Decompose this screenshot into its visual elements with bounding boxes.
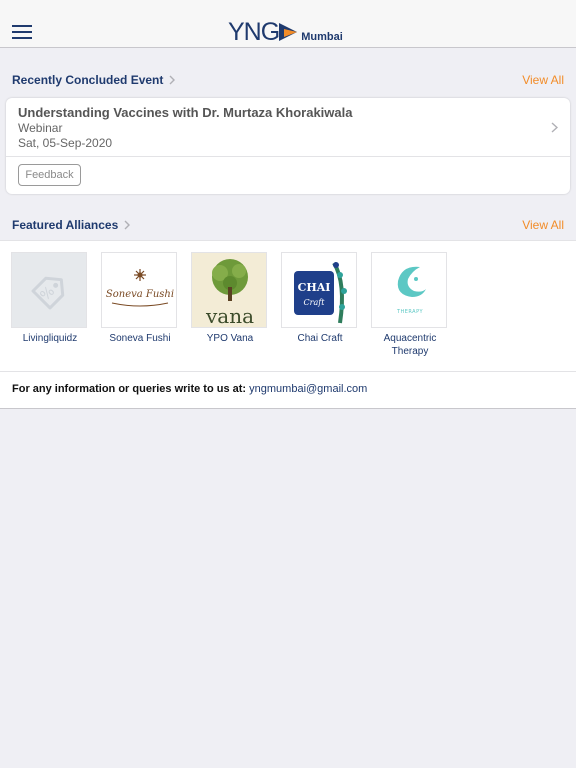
alliance-item-ypo-vana[interactable]: vana YPO Vana (191, 252, 269, 345)
menu-icon[interactable] (12, 25, 32, 39)
alliance-name: YPO Vana (206, 333, 254, 344)
recent-event-header: Recently Concluded Event View All (0, 68, 576, 94)
tag-icon: % (12, 253, 86, 327)
chevron-right-icon (124, 220, 131, 230)
alliances-view-all-link[interactable]: View All (522, 218, 564, 232)
recent-event-title-label: Recently Concluded Event (12, 73, 164, 87)
soneva-sun-icon: Soneva Fushi (106, 269, 174, 307)
event-card-body[interactable]: Understanding Vaccines with Dr. Murtaza … (6, 98, 570, 157)
alliances-list: % Livingliquidz Soneva Fushi Soneva Fush… (0, 240, 576, 372)
event-title: Understanding Vaccines with Dr. Murtaza … (18, 105, 353, 120)
aquacentric-logo: THERAPY (371, 252, 447, 328)
alliance-item-aquacentric-therapy[interactable]: THERAPY Aquacentric Therapy (371, 252, 449, 358)
chevron-right-icon (169, 75, 176, 85)
svg-text:THERAPY: THERAPY (396, 309, 424, 315)
alliances-title[interactable]: Featured Alliances (12, 218, 131, 232)
svg-text:vana: vana (205, 304, 254, 328)
app-logo: YNG Mumbai (228, 17, 343, 47)
event-type: Webinar (18, 121, 63, 135)
recent-event-view-all-link[interactable]: View All (522, 73, 564, 87)
recent-event-title[interactable]: Recently Concluded Event (12, 73, 176, 87)
contact-email-link[interactable]: yngmumbai@gmail.com (249, 383, 367, 395)
contact-info: For any information or queries write to … (12, 383, 367, 395)
chai-craft-logo: CHAI Craft (281, 252, 357, 328)
alliance-name: Aquacentric Therapy (383, 333, 437, 357)
peacock-icon: CHAI Craft (294, 261, 347, 324)
logo-play-icon (279, 23, 298, 41)
wave-icon: THERAPY (396, 266, 426, 315)
event-date: Sat, 05-Sep-2020 (18, 136, 113, 150)
contact-info-bar: For any information or queries write to … (0, 372, 576, 409)
alliance-item-chai-craft[interactable]: CHAI Craft Chai Craft (281, 252, 359, 345)
alliance-item-soneva-fushi[interactable]: Soneva Fushi Soneva Fushi (101, 252, 179, 345)
svg-text:Craft: Craft (304, 298, 326, 307)
livingliquidz-logo: % (11, 252, 87, 328)
logo-text: YNG (228, 18, 280, 46)
event-card: Understanding Vaccines with Dr. Murtaza … (6, 98, 570, 194)
svg-text:Soneva Fushi: Soneva Fushi (106, 289, 174, 300)
contact-info-label: For any information or queries write to … (12, 383, 247, 395)
alliance-name: Soneva Fushi (109, 333, 171, 344)
svg-text:CHAI: CHAI (298, 281, 331, 294)
feedback-button[interactable]: Feedback (18, 164, 81, 186)
tree-icon: vana (192, 253, 266, 328)
alliance-name: Livingliquidz (22, 333, 78, 344)
alliances-title-label: Featured Alliances (12, 218, 119, 232)
alliance-item-livingliquidz[interactable]: % Livingliquidz (11, 252, 89, 345)
ypo-vana-logo: vana (191, 252, 267, 328)
logo-city: Mumbai (301, 31, 343, 43)
nav-bar: YNG Mumbai (0, 0, 576, 48)
alliance-name: Chai Craft (297, 333, 343, 344)
soneva-fushi-logo: Soneva Fushi (101, 252, 177, 328)
chevron-right-icon (551, 122, 558, 133)
alliances-header: Featured Alliances View All (0, 213, 576, 239)
